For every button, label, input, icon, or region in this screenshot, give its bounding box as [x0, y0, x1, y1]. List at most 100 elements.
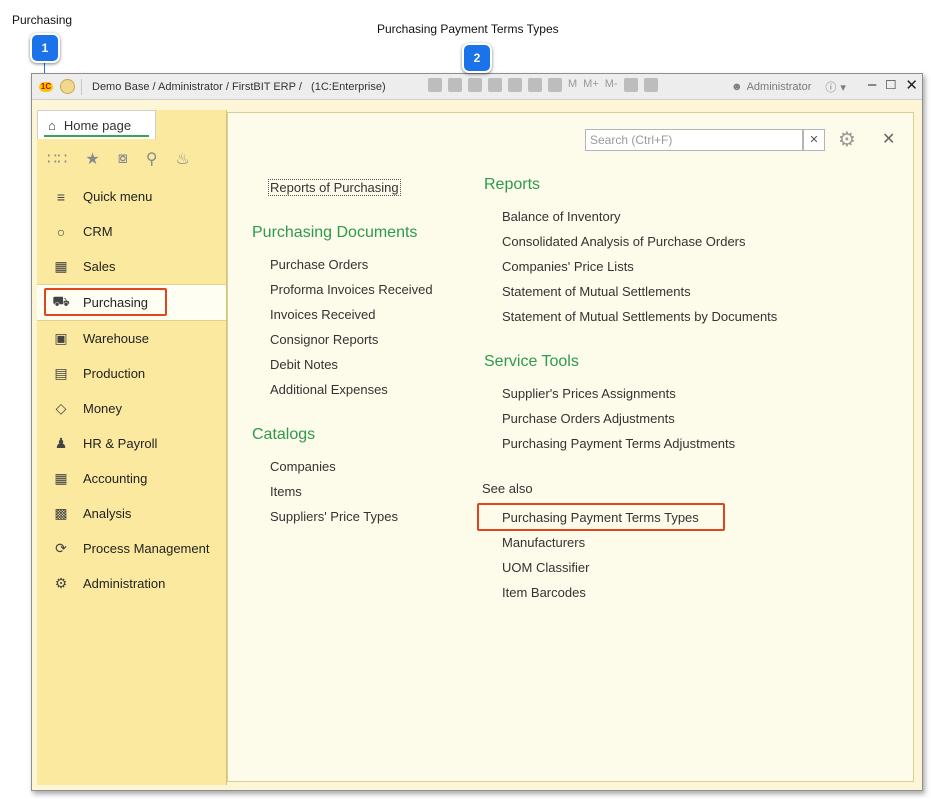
link-companies[interactable]: Companies [270, 459, 336, 474]
user-icon: ☻ [731, 81, 743, 93]
zoom-icon[interactable] [623, 78, 638, 92]
sidebar-item-money[interactable]: ◇ Money [37, 391, 226, 426]
basket-icon: ▦ [54, 258, 68, 274]
link-consolidated-analysis[interactable]: Consolidated Analysis of Purchase Orders [502, 234, 746, 249]
sidebar-item-accounting[interactable]: ▦ Accounting [37, 461, 226, 496]
main-menu-icon[interactable] [60, 79, 75, 94]
memory-button[interactable]: M [568, 78, 577, 92]
link-proforma-invoices[interactable]: Proforma Invoices Received [270, 282, 433, 297]
link-additional-expenses[interactable]: Additional Expenses [270, 382, 388, 397]
minimize-icon[interactable]: – [868, 76, 876, 94]
print-icon[interactable] [448, 78, 462, 92]
close-window-icon[interactable]: ✕ [905, 76, 918, 94]
section-reports: Reports [484, 176, 541, 193]
highlight-purchasing [44, 288, 167, 316]
user-menu[interactable]: ☻ Administrator ⓘ ▾ [731, 79, 846, 95]
link-suppliers-price-types[interactable]: Suppliers' Price Types [270, 509, 398, 524]
history-icon[interactable]: ⧇ [118, 148, 128, 168]
sidebar-item-label: Administration [83, 576, 166, 591]
link-items[interactable]: Items [270, 484, 302, 499]
bell-icon[interactable]: ♨ [176, 149, 190, 168]
highlight-payment-terms-types [477, 503, 725, 531]
sidebar-item-production[interactable]: ▤ Production [37, 356, 226, 391]
money-icon: ◇ [55, 400, 67, 416]
settings-icon[interactable]: ⚙ [838, 127, 856, 151]
printer-icon[interactable] [508, 78, 522, 92]
menu-icon: ≡ [56, 188, 66, 205]
toolbar: M M+ M- [428, 78, 658, 92]
apps-grid-icon[interactable]: ∷∷ [47, 149, 67, 168]
link-manufacturers[interactable]: Manufacturers [502, 535, 585, 550]
tab-home-page[interactable]: ⌂ Home page [37, 110, 156, 139]
sidebar-item-label: Money [83, 401, 123, 416]
factory-icon: ▤ [54, 365, 68, 381]
info-icon[interactable]: ⓘ [825, 79, 836, 95]
callout-label-purchasing: Purchasing [12, 13, 73, 27]
calendar-icon[interactable] [548, 78, 562, 92]
memory-subtract-button[interactable]: M- [605, 78, 618, 92]
chevron-down-icon[interactable]: ▾ [840, 81, 846, 94]
memory-add-button[interactable]: M+ [583, 78, 599, 92]
tab-underline [44, 135, 149, 137]
section-service-tools: Service Tools [484, 353, 579, 370]
table-icon[interactable] [528, 78, 542, 92]
sidebar-item-warehouse[interactable]: ▣ Warehouse [37, 321, 226, 356]
maximize-icon[interactable]: □ [886, 76, 895, 94]
preview-icon[interactable] [468, 78, 482, 92]
sidebar-item-label: Process Management [83, 541, 210, 556]
main-content: Search (Ctrl+F) ✕ ⚙ ✕ Reports of Purchas… [227, 112, 914, 782]
title-bar: 1C Demo Base / Administrator / FirstBIT … [32, 74, 922, 100]
sidebar-item-label: HR & Payroll [83, 436, 158, 451]
chart-icon: ▩ [54, 505, 68, 521]
window-title: Demo Base / Administrator / FirstBIT ERP… [92, 80, 386, 93]
link-statement-mutual-settlements[interactable]: Statement of Mutual Settlements [502, 284, 691, 299]
sidebar-item-label: Sales [83, 259, 116, 274]
sidebar-item-crm[interactable]: ○ CRM [37, 214, 226, 249]
link-statement-by-documents[interactable]: Statement of Mutual Settlements by Docum… [502, 309, 777, 324]
sidebar-item-label: Analysis [83, 506, 132, 521]
link-supplier-prices-assignments[interactable]: Supplier's Prices Assignments [502, 386, 676, 401]
star-icon[interactable]: ★ [85, 149, 99, 168]
section-catalogs: Catalogs [252, 426, 316, 443]
search-clear-icon[interactable]: ✕ [803, 129, 825, 151]
sidebar-item-process-management[interactable]: ⟳ Process Management [37, 531, 226, 566]
app-window: 1C Demo Base / Administrator / FirstBIT … [31, 73, 923, 791]
link-uom-classifier[interactable]: UOM Classifier [502, 560, 589, 575]
panel-icon[interactable] [643, 78, 658, 92]
link-purchase-orders[interactable]: Purchase Orders [270, 257, 368, 272]
sidebar-item-sales[interactable]: ▦ Sales [37, 249, 226, 284]
home-icon: ⌂ [48, 117, 56, 133]
link-balance-of-inventory[interactable]: Balance of Inventory [502, 209, 621, 224]
gear-icon: ⚙ [54, 575, 68, 591]
link-item-barcodes[interactable]: Item Barcodes [502, 585, 586, 600]
cycle-icon: ⟳ [55, 540, 67, 556]
divider [81, 78, 82, 95]
reports-of-purchasing-link[interactable]: Reports of Purchasing [268, 179, 401, 196]
see-also-heading: See also [482, 481, 533, 496]
sidebar-nav: ≡ Quick menu ○ CRM ▦ Sales ⛟ Purchasing ▣ War… [37, 179, 226, 601]
link-debit-notes[interactable]: Debit Notes [270, 357, 338, 372]
close-icon[interactable]: ✕ [882, 129, 895, 148]
sidebar-item-administration[interactable]: ⚙ Administration [37, 566, 226, 601]
link-purchase-orders-adjustments[interactable]: Purchase Orders Adjustments [502, 411, 675, 426]
sidebar-item-label: Accounting [83, 471, 148, 486]
search-input[interactable]: Search (Ctrl+F) [585, 129, 803, 151]
upload-icon[interactable] [488, 78, 502, 92]
link-companies-price-lists[interactable]: Companies' Price Lists [502, 259, 634, 274]
app-logo-icon: 1C [39, 81, 53, 92]
search-icon[interactable]: ⚲ [146, 149, 158, 168]
tab-label: Home page [63, 117, 132, 133]
sidebar-icon-row: ∷∷ ★ ⧇ ⚲ ♨ [37, 143, 226, 173]
link-consignor-reports[interactable]: Consignor Reports [270, 332, 378, 347]
window-controls: – □ ✕ [868, 76, 918, 94]
sidebar-item-hr-payroll[interactable]: ♟ HR & Payroll [37, 426, 226, 461]
callout-label-payment-terms-types: Purchasing Payment Terms Types [377, 22, 559, 36]
calculator-icon: ▦ [54, 470, 68, 486]
sidebar-item-label: CRM [83, 224, 113, 239]
link-invoices-received[interactable]: Invoices Received [270, 307, 376, 322]
sidebar-item-analysis[interactable]: ▩ Analysis [37, 496, 226, 531]
user-name: Administrator [746, 81, 812, 93]
link-payment-terms-adjustments[interactable]: Purchasing Payment Terms Adjustments [502, 436, 735, 451]
save-icon[interactable] [428, 78, 442, 92]
sidebar-item-quick-menu[interactable]: ≡ Quick menu [37, 179, 226, 214]
